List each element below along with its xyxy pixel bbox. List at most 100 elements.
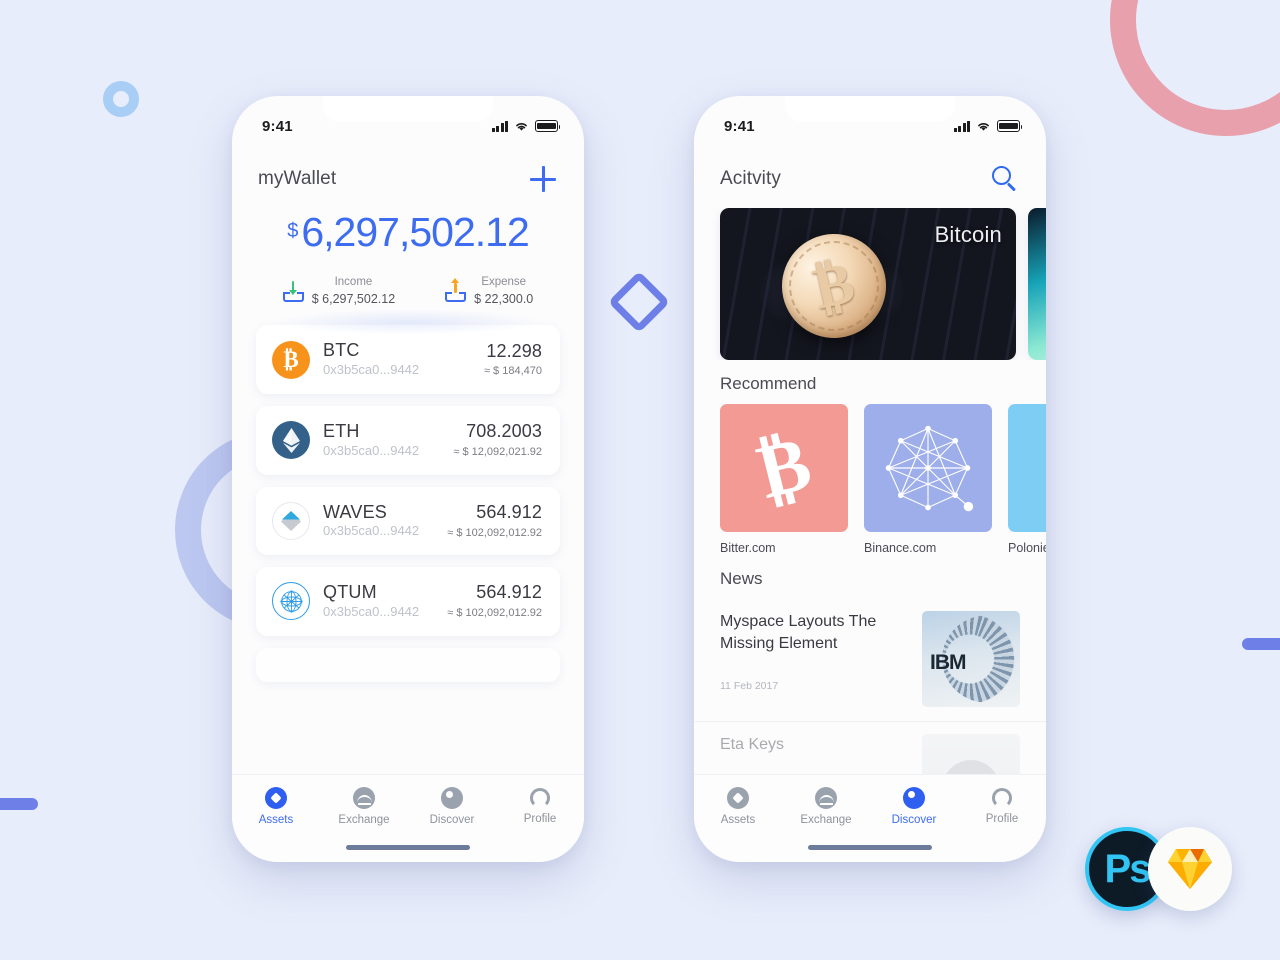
currency-symbol: $ bbox=[287, 220, 299, 242]
waves-coin-icon bbox=[272, 501, 310, 540]
balance-glow bbox=[273, 309, 543, 336]
asset-address: 0x3b5ca0...9442 bbox=[323, 603, 420, 619]
profile-icon bbox=[992, 788, 1012, 808]
phone-mockup-discover: 9:41 Acitvity ₿ Bitcoin Recommend ₿ Bitt… bbox=[694, 96, 1046, 862]
asset-fiat: ≈ $ 184,470 bbox=[483, 365, 542, 378]
network-mesh-icon bbox=[864, 404, 992, 532]
news-title: Myspace Layouts The Missing Element bbox=[720, 613, 877, 652]
decorative-bar-right bbox=[1242, 638, 1280, 650]
page-title: Acitvity bbox=[720, 168, 781, 189]
activity-carousel[interactable]: ₿ Bitcoin bbox=[694, 208, 1046, 360]
star-icon bbox=[1008, 404, 1046, 532]
asset-amount: 564.912 bbox=[476, 501, 542, 522]
expense-label: Expense bbox=[481, 276, 527, 288]
expense-item: Expense $ 22,300.0 bbox=[445, 275, 533, 307]
cellular-signal-icon bbox=[491, 120, 508, 132]
income-label: Income bbox=[334, 276, 373, 288]
tab-assets[interactable]: Assets bbox=[232, 787, 320, 826]
activity-card[interactable]: ₿ Bitcoin bbox=[720, 208, 1016, 360]
tab-label: Profile bbox=[985, 813, 1019, 825]
sketch-gem-icon bbox=[1168, 849, 1212, 889]
status-icons bbox=[491, 120, 561, 132]
recommend-name: Polonie bbox=[1008, 541, 1046, 555]
section-title-news: News bbox=[720, 569, 763, 588]
assets-icon bbox=[727, 787, 749, 809]
exchange-icon bbox=[353, 787, 375, 809]
table-row[interactable]: ETH 0x3b5ca0...9442 708.2003 ≈ $ 12,092,… bbox=[256, 405, 560, 475]
table-row[interactable]: WAVES 0x3b5ca0...9442 564.912 ≈ $ 102,09… bbox=[256, 486, 560, 556]
bottom-tab-bar: Assets Exchange Discover Profile bbox=[232, 774, 584, 862]
table-row-partial[interactable] bbox=[256, 647, 560, 682]
tab-label: Discover bbox=[891, 814, 937, 826]
tray-upload-icon bbox=[445, 277, 467, 302]
notch bbox=[323, 96, 493, 122]
bottom-tab-bar: Assets Exchange Discover Profile bbox=[694, 774, 1046, 862]
status-time: 9:41 bbox=[724, 117, 755, 135]
tab-exchange[interactable]: Exchange bbox=[320, 787, 408, 826]
asset-symbol: QTUM bbox=[323, 582, 377, 603]
recommend-row[interactable]: ₿ Bitter.com Binance.com Polonie bbox=[694, 404, 1046, 555]
tab-profile[interactable]: Profile bbox=[496, 787, 584, 825]
cellular-signal-icon bbox=[953, 120, 970, 132]
decorative-bar-left bbox=[0, 798, 38, 810]
tab-exchange[interactable]: Exchange bbox=[782, 787, 870, 826]
tab-discover[interactable]: Discover bbox=[870, 787, 958, 826]
qtum-coin-icon bbox=[272, 582, 310, 621]
tab-assets[interactable]: Assets bbox=[694, 787, 782, 826]
tab-label: Exchange bbox=[800, 814, 852, 826]
section-title-recommend: Recommend bbox=[720, 374, 817, 393]
status-time: 9:41 bbox=[262, 117, 293, 135]
notch bbox=[785, 96, 955, 122]
expense-value: $ 22,300.0 bbox=[474, 291, 534, 306]
eth-coin-icon bbox=[272, 421, 310, 460]
income-item: Income $ 6,297,502.12 bbox=[282, 275, 396, 307]
asset-address: 0x3b5ca0...9442 bbox=[323, 442, 420, 458]
tab-label: Discover bbox=[429, 814, 475, 826]
decorative-arc-pink bbox=[1110, 0, 1280, 136]
asset-fiat: ≈ $ 102,092,012.92 bbox=[447, 607, 542, 620]
phone-mockup-wallet: 9:41 myWallet $ 6,297,502.12 Income $ 6,… bbox=[232, 96, 584, 862]
btc-coin-icon: ₿ bbox=[272, 340, 310, 379]
battery-icon bbox=[535, 120, 561, 132]
bitcoin-glyph-icon: ₿ bbox=[720, 404, 848, 532]
list-item[interactable]: Myspace Layouts The Missing Element 11 F… bbox=[694, 599, 1046, 722]
profile-icon bbox=[530, 788, 550, 808]
search-icon[interactable] bbox=[992, 166, 1018, 192]
news-date: 11 Feb 2017 bbox=[720, 680, 779, 693]
asset-address: 0x3b5ca0...9442 bbox=[323, 362, 420, 378]
tab-label: Assets bbox=[258, 814, 294, 826]
tab-discover[interactable]: Discover bbox=[408, 787, 496, 826]
wifi-icon bbox=[978, 123, 989, 131]
tab-profile[interactable]: Profile bbox=[958, 787, 1046, 825]
wallet-header: myWallet bbox=[232, 142, 584, 192]
balance-amount: 6,297,502.12 bbox=[301, 209, 529, 255]
table-row[interactable]: QTUM 0x3b5ca0...9442 564.912 ≈ $ 102,092… bbox=[256, 567, 560, 636]
wifi-icon bbox=[516, 123, 527, 131]
decorative-diamond bbox=[607, 270, 671, 334]
decorative-ring-small bbox=[103, 81, 139, 117]
activity-header: Acitvity bbox=[694, 142, 1046, 192]
list-item[interactable]: ₿ Bitter.com bbox=[720, 404, 848, 555]
bitcoin-coin-image: ₿ bbox=[771, 223, 897, 349]
tab-label: Assets bbox=[720, 814, 756, 826]
plus-icon[interactable] bbox=[530, 166, 556, 192]
asset-list: ₿ BTC 0x3b5ca0...9442 12.298 ≈ $ 184,470… bbox=[232, 325, 584, 682]
list-item[interactable]: Polonie bbox=[1008, 404, 1046, 555]
asset-fiat: ≈ $ 102,092,012.92 bbox=[447, 526, 542, 539]
news-title: Eta Keys bbox=[720, 736, 785, 753]
tab-label: Exchange bbox=[338, 814, 390, 826]
asset-amount: 564.912 bbox=[476, 582, 542, 603]
assets-icon bbox=[265, 787, 287, 809]
discover-icon bbox=[441, 787, 463, 809]
asset-symbol: WAVES bbox=[323, 501, 388, 522]
income-value: $ 6,297,502.12 bbox=[311, 291, 396, 306]
exchange-icon bbox=[815, 787, 837, 809]
status-icons bbox=[953, 120, 1023, 132]
home-indicator bbox=[346, 845, 470, 850]
asset-address: 0x3b5ca0...9442 bbox=[323, 523, 420, 539]
recommend-name: Binance.com bbox=[864, 541, 937, 555]
list-item[interactable]: Binance.com bbox=[864, 404, 992, 555]
table-row[interactable]: ₿ BTC 0x3b5ca0...9442 12.298 ≈ $ 184,470 bbox=[256, 325, 560, 394]
tray-download-icon bbox=[282, 280, 304, 302]
activity-card[interactable] bbox=[1028, 208, 1046, 360]
